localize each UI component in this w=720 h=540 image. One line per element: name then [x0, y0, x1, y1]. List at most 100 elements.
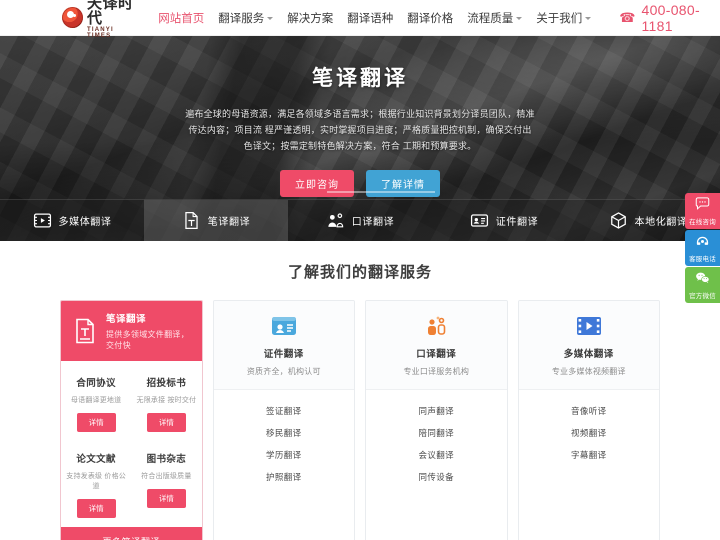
- chevron-down-icon: [516, 17, 523, 20]
- nav-label: 关于我们: [536, 12, 583, 25]
- document-t-icon: [73, 318, 97, 344]
- more-written-translation-button[interactable]: 更多笔译翻译: [61, 527, 202, 540]
- detail-button[interactable]: 详情: [146, 413, 186, 432]
- widget-label: 在线咨询: [689, 218, 716, 226]
- list-item[interactable]: 会议翻译: [366, 444, 507, 466]
- list-item[interactable]: 移民翻译: [214, 422, 355, 444]
- item-desc: 无限承接 按时交付: [136, 397, 197, 404]
- featured-card-subtitle: 提供多领域文件翻译，交付快: [106, 330, 189, 350]
- hero-banner: 笔译翻译 遍布全球的母语资源，满足各领域多语言需求；根据行业知识背景划分译员团队…: [0, 36, 720, 241]
- nav-item-process-quality[interactable]: 流程质量: [467, 10, 523, 26]
- page-root: 天译时代 TIANYI TIMES 网站首页 翻译服务 解决方案 翻译语种 翻译…: [0, 0, 720, 540]
- item-name: 合同协议: [76, 378, 116, 389]
- card-header: 多媒体翻译 专业多媒体视频翻译: [518, 301, 659, 390]
- tab-label: 口译翻译: [351, 217, 395, 228]
- service-card-certificate-translation: 证件翻译 资质齐全，机构认可 签证翻译 移民翻译 学历翻译 护照翻译: [212, 300, 355, 540]
- telephone-icon: [695, 234, 710, 251]
- featured-item-thesis: 论文文献 支持发表级 价格公道 详情: [61, 441, 131, 527]
- main-nav: 网站首页 翻译服务 解决方案 翻译语种 翻译价格 流程质量 关于我们: [158, 10, 592, 26]
- detail-button[interactable]: 详情: [76, 413, 116, 432]
- featured-card-grid: 合同协议 母语翻译更地道 详情 招投标书 无限承接 按时交付 详情 论文文献 支…: [61, 361, 202, 527]
- list-item[interactable]: 视频翻译: [519, 422, 660, 444]
- services-section: 了解我们的翻译服务 笔译翻译 提供多领域文件翻译，交付快 合同协议 母语翻译更地…: [0, 241, 720, 540]
- hero-title: 笔译翻译: [312, 67, 408, 90]
- logo-text-cn: 天译时代: [87, 0, 134, 27]
- cube-icon: [609, 211, 628, 230]
- logo-text-en: TIANYI TIMES: [87, 27, 114, 39]
- chat-bubble-icon: [695, 196, 710, 214]
- nav-label: 网站首页: [158, 12, 205, 25]
- item-desc: 母语翻译更地道: [70, 397, 122, 404]
- card-title: 多媒体翻译: [563, 349, 614, 360]
- id-card-icon: [470, 211, 489, 230]
- service-cards: 笔译翻译 提供多领域文件翻译，交付快 合同协议 母语翻译更地道 详情 招投标书 …: [60, 300, 660, 540]
- swirl-logo-icon: [62, 7, 83, 28]
- nav-item-translation-services[interactable]: 翻译服务: [218, 10, 274, 26]
- card-title: 证件翻译: [263, 349, 304, 360]
- tab-label: 多媒体翻译: [58, 217, 112, 228]
- card-item-list: 签证翻译 移民翻译 学历翻译 护照翻译: [214, 390, 355, 500]
- tab-label: 本地化翻译: [634, 217, 688, 228]
- list-item[interactable]: 字幕翻译: [519, 444, 660, 466]
- service-phone-widget[interactable]: 客服电话: [685, 230, 720, 266]
- list-item[interactable]: 同传设备: [366, 466, 507, 488]
- item-desc: 支持发表级 价格公道: [66, 473, 126, 490]
- online-consult-widget[interactable]: 在线咨询: [685, 193, 720, 229]
- header-phone[interactable]: ☎ 400-080-1181: [619, 2, 720, 34]
- item-name: 论文文献: [76, 454, 116, 465]
- nav-item-home[interactable]: 网站首页: [158, 10, 204, 26]
- tab-multimedia-translation[interactable]: 多媒体翻译: [0, 200, 144, 241]
- chevron-down-icon: [267, 17, 274, 20]
- tab-label: 笔译翻译: [207, 217, 251, 228]
- featured-card-title: 笔译翻译: [106, 314, 147, 325]
- nav-item-languages[interactable]: 翻译语种: [347, 10, 393, 26]
- nav-item-solutions[interactable]: 解决方案: [287, 10, 333, 26]
- widget-label: 客服电话: [689, 255, 716, 263]
- card-header: 证件翻译 资质齐全，机构认可: [213, 301, 354, 390]
- nav-label: 翻译语种: [347, 12, 394, 25]
- list-item[interactable]: 陪同翻译: [366, 422, 507, 444]
- telephone-icon: ☎: [619, 10, 636, 25]
- detail-button[interactable]: 详情: [76, 499, 116, 518]
- list-item[interactable]: 同声翻译: [366, 400, 507, 422]
- nav-item-about-us[interactable]: 关于我们: [536, 10, 592, 26]
- document-icon: [182, 211, 201, 230]
- hero-progress-indicator: [285, 191, 435, 193]
- list-item[interactable]: 护照翻译: [214, 466, 355, 488]
- nav-label: 解决方案: [287, 12, 334, 25]
- featured-item-contract: 合同协议 母语翻译更地道 详情: [61, 365, 131, 441]
- film-icon: [33, 211, 52, 230]
- detail-button[interactable]: 详情: [146, 489, 186, 508]
- film-icon: [576, 315, 602, 337]
- tab-interpretation[interactable]: 口译翻译: [288, 200, 432, 241]
- card-subtitle: 专业口译服务机构: [403, 367, 470, 376]
- list-item[interactable]: 签证翻译: [214, 400, 355, 422]
- list-item[interactable]: 音像听译: [519, 400, 660, 422]
- services-title: 了解我们的翻译服务: [287, 264, 432, 281]
- card-header: 口译翻译 专业口译服务机构: [366, 301, 507, 390]
- nav-label: 流程质量: [467, 12, 514, 25]
- featured-item-books: 图书杂志 符合出版级质量 详情: [131, 441, 201, 527]
- card-item-list: 同声翻译 陪同翻译 会议翻译 同传设备: [366, 390, 507, 500]
- featured-item-bidding: 招投标书 无限承接 按时交付 详情: [131, 365, 201, 441]
- service-card-interpretation: 口译翻译 专业口译服务机构 同声翻译 陪同翻译 会议翻译 同传设备: [365, 300, 508, 540]
- card-subtitle: 资质齐全，机构认可: [246, 367, 321, 376]
- site-logo[interactable]: 天译时代 TIANYI TIMES: [62, 0, 140, 39]
- item-desc: 符合出版级质量: [141, 473, 192, 480]
- nav-label: 翻译价格: [407, 12, 454, 25]
- official-wechat-widget[interactable]: 官方微信: [685, 267, 720, 303]
- site-header: 天译时代 TIANYI TIMES 网站首页 翻译服务 解决方案 翻译语种 翻译…: [0, 0, 720, 39]
- hero-description: 遍布全球的母语资源，满足各领域多语言需求；根据行业知识背景划分译员团队，精准传达…: [184, 106, 536, 154]
- tab-label: 证件翻译: [495, 217, 539, 228]
- hero-desc-line3: 工期和预算要求。: [402, 141, 477, 151]
- nav-item-pricing[interactable]: 翻译价格: [407, 10, 453, 26]
- hero-desc-line2: 程严谨透明，实时掌握项目进度；严格质量把控机制，确保交付出色译文；按需定制特色解…: [243, 125, 532, 151]
- card-title: 口译翻译: [416, 349, 457, 360]
- item-name: 招投标书: [146, 378, 187, 389]
- service-card-multimedia: 多媒体翻译 专业多媒体视频翻译 音像听译 视频翻译 字幕翻译: [517, 300, 660, 540]
- interpreters-icon: [326, 211, 345, 230]
- widget-label: 官方微信: [689, 292, 716, 300]
- tab-certificate-translation[interactable]: 证件翻译: [432, 200, 576, 241]
- list-item[interactable]: 学历翻译: [214, 444, 355, 466]
- tab-written-translation[interactable]: 笔译翻译: [144, 200, 288, 241]
